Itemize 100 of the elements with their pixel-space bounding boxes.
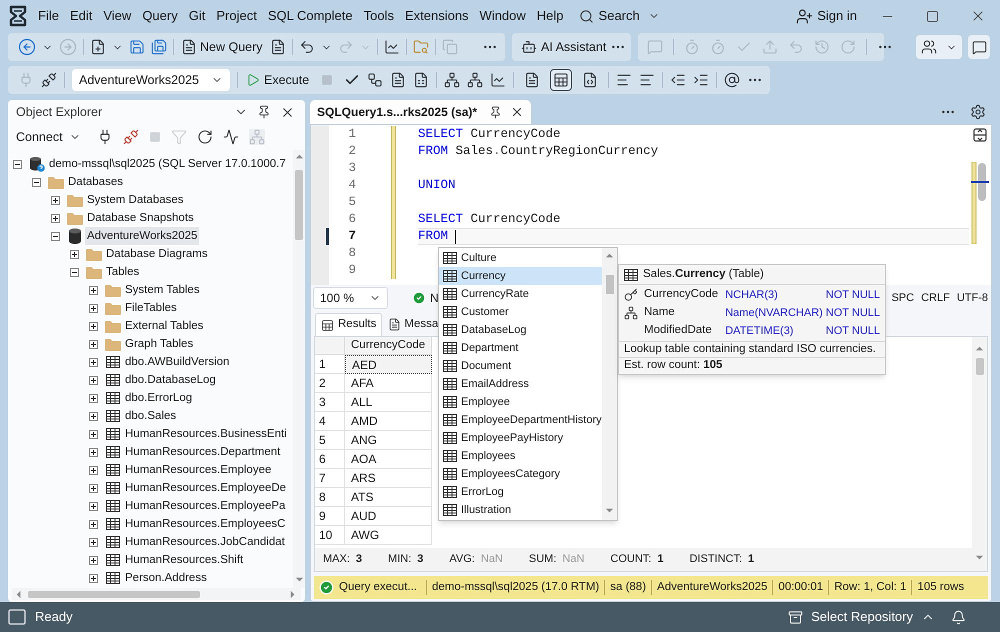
expand-icon[interactable] xyxy=(89,412,98,420)
execute-button[interactable]: Execute xyxy=(245,69,310,91)
zoom-dropdown[interactable]: 100 % xyxy=(313,287,388,309)
save-all-icon[interactable] xyxy=(151,39,167,55)
collapse-icon[interactable] xyxy=(70,268,79,276)
expand-icon[interactable] xyxy=(89,502,98,510)
autocomplete-item[interactable]: Department xyxy=(439,339,602,357)
expand-icon[interactable] xyxy=(89,322,98,330)
expand-icon[interactable] xyxy=(89,484,98,492)
tree-item[interactable]: System Databases xyxy=(85,191,186,209)
autocomplete-item[interactable]: CurrencyRate xyxy=(439,285,602,303)
expand-icon[interactable] xyxy=(89,574,98,582)
menu-item[interactable]: Extensions xyxy=(400,4,474,28)
new-file-icon[interactable] xyxy=(90,39,106,55)
bell-icon[interactable] xyxy=(951,610,966,624)
robot-icon[interactable] xyxy=(521,39,537,55)
tree-item[interactable]: HumanResources.Department xyxy=(123,443,282,461)
expand-icon[interactable] xyxy=(89,520,98,528)
expand-icon[interactable] xyxy=(51,214,60,222)
menu-item[interactable]: Help xyxy=(532,4,569,28)
scroll-thumb[interactable] xyxy=(976,358,984,375)
unplug-icon[interactable] xyxy=(41,72,57,88)
autocomplete-item[interactable]: Employees xyxy=(439,447,602,465)
vertical-scrollbar[interactable] xyxy=(293,150,305,588)
back-icon[interactable] xyxy=(18,38,36,56)
collapse-icon[interactable] xyxy=(13,160,22,168)
tree-item[interactable]: HumanResources.BusinessEnti xyxy=(123,425,289,443)
vertical-scrollbar[interactable] xyxy=(972,337,987,571)
tree-item[interactable]: Database Diagrams xyxy=(104,245,210,263)
window-icon[interactable] xyxy=(8,609,26,625)
play-icon[interactable] xyxy=(246,73,260,87)
tree-item[interactable]: HumanResources.EmployeePa xyxy=(123,497,288,515)
menu-item[interactable]: File xyxy=(33,4,64,28)
expand-icon[interactable] xyxy=(89,358,98,366)
tree-item[interactable]: Person.Address xyxy=(123,569,209,587)
tree-item[interactable]: demo-mssql\sql2025 (SQL Server 17.0.1000.7 xyxy=(47,155,288,173)
search-button[interactable]: Search xyxy=(578,4,660,28)
activity-icon[interactable] xyxy=(222,129,239,145)
autocomplete-item[interactable]: DatabaseLog xyxy=(439,321,602,339)
select-repository-button[interactable]: Select Repository xyxy=(788,607,935,627)
document-tab[interactable]: SQLQuery1.s...rks2025 (sa)* xyxy=(310,100,532,124)
archive-icon[interactable] xyxy=(788,610,804,624)
autocomplete-item[interactable]: Culture xyxy=(439,249,602,267)
autocomplete-item[interactable]: EmployeePayHistory xyxy=(439,429,602,447)
new-query-button[interactable]: New Query xyxy=(180,36,264,58)
save-icon[interactable] xyxy=(129,39,145,55)
grid-icon[interactable] xyxy=(321,318,334,332)
tree-item[interactable]: HumanResources.JobCandidat xyxy=(123,533,287,551)
expand-icon[interactable] xyxy=(89,376,98,384)
expand-icon[interactable] xyxy=(89,538,98,546)
menu-item[interactable]: View xyxy=(98,4,136,28)
settings-icon[interactable] xyxy=(970,104,986,120)
chat-icon[interactable] xyxy=(972,40,986,54)
refresh-icon[interactable] xyxy=(196,129,213,145)
autocomplete-item[interactable]: EmployeesCategory xyxy=(439,465,602,483)
column-header[interactable]: CurrencyCode xyxy=(345,337,432,355)
spreadsheet-icon[interactable] xyxy=(413,72,430,88)
expand-icon[interactable] xyxy=(89,556,98,564)
autocomplete-item[interactable]: EmployeeDepartmentHistory xyxy=(439,411,602,429)
document-icon[interactable] xyxy=(390,72,406,88)
scroll-thumb[interactable] xyxy=(606,275,614,294)
align-icon[interactable] xyxy=(616,72,632,88)
tree-item[interactable]: Graph Tables xyxy=(123,335,196,353)
tree-item[interactable]: HumanResources.EmployeesC xyxy=(123,515,288,533)
workflow-icon[interactable] xyxy=(367,72,384,88)
pin-icon[interactable] xyxy=(489,106,502,118)
menu-item[interactable]: Tools xyxy=(358,4,399,28)
autocomplete-item[interactable]: EmailAddress xyxy=(439,375,602,393)
people-icon[interactable] xyxy=(920,39,937,55)
tree-item[interactable]: System Tables xyxy=(123,281,202,299)
search-icon[interactable] xyxy=(578,8,594,24)
network-icon[interactable] xyxy=(444,72,460,88)
pin-icon[interactable] xyxy=(257,105,271,119)
expand-icon[interactable] xyxy=(89,430,98,438)
menu-item[interactable]: Edit xyxy=(64,4,98,28)
document-icon[interactable] xyxy=(181,39,197,55)
tree-item[interactable]: Tables xyxy=(104,263,142,281)
autocomplete-item[interactable]: ErrorLog xyxy=(439,483,602,501)
document-icon[interactable] xyxy=(388,318,402,331)
tree-item[interactable]: HumanResources.Shift xyxy=(123,551,246,569)
document-icon[interactable] xyxy=(270,39,286,55)
tree-item[interactable]: dbo.ErrorLog xyxy=(123,389,194,407)
expand-icon[interactable] xyxy=(89,340,98,348)
expand-icon[interactable] xyxy=(89,304,98,312)
autocomplete-item[interactable]: Document xyxy=(439,357,602,375)
menu-item[interactable]: SQL Complete xyxy=(262,4,358,28)
menu-item[interactable]: Window xyxy=(474,4,531,28)
tree-item[interactable]: Database Snapshots xyxy=(85,209,196,227)
tree-item[interactable]: HumanResources.EmployeeDe xyxy=(123,479,288,497)
split-view-icon[interactable] xyxy=(973,128,987,142)
chart-icon[interactable] xyxy=(490,72,506,88)
database-dropdown[interactable]: AdventureWorks2025 xyxy=(72,69,230,91)
autocomplete-item[interactable]: Employee xyxy=(439,393,602,411)
vertical-scrollbar[interactable] xyxy=(602,248,617,520)
undo-icon[interactable] xyxy=(298,39,315,55)
menu-item[interactable]: Project xyxy=(211,4,262,28)
indent-increase-icon[interactable] xyxy=(693,72,710,88)
tree-item[interactable]: AdventureWorks2025 xyxy=(85,227,200,245)
menu-item[interactable]: Query xyxy=(137,4,183,28)
maximize-icon[interactable] xyxy=(926,10,939,22)
